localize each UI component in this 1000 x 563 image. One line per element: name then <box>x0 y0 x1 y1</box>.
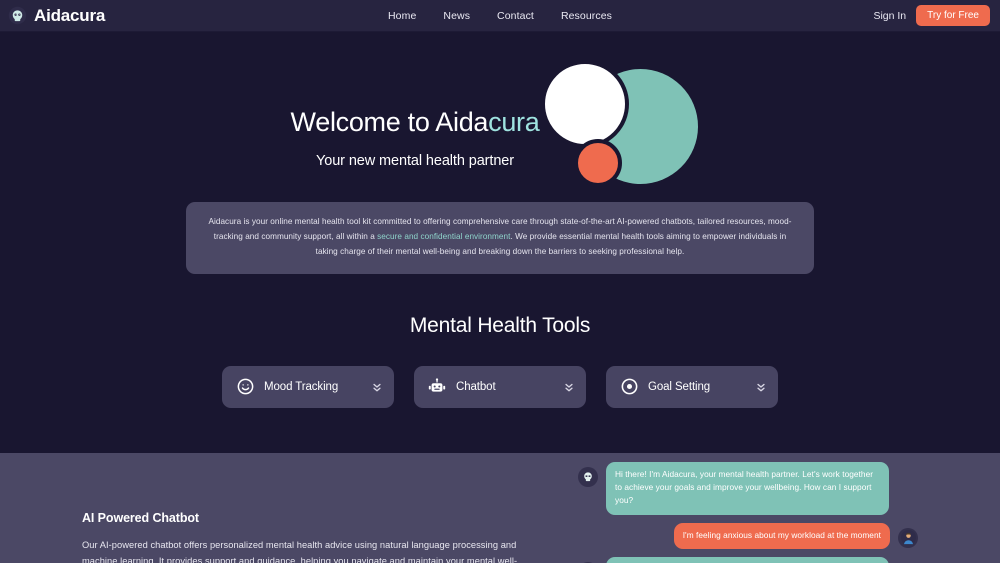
robot-avatar-icon <box>8 6 27 25</box>
hero-title-main: Welcome to Aida <box>290 107 489 137</box>
ai-chatbot-section: AI Powered Chatbot Our AI-powered chatbo… <box>0 452 1000 563</box>
sign-in-link[interactable]: Sign In <box>873 10 906 22</box>
person-avatar-icon <box>898 527 918 548</box>
brand-logo-area[interactable]: Aidacura <box>8 6 105 26</box>
chat-transcript: Hi there! I'm Aidacura, your mental heal… <box>578 461 918 563</box>
white-circle-shape <box>541 60 629 148</box>
try-for-free-button[interactable]: Try for Free <box>916 5 990 26</box>
tool-card-label: Mood Tracking <box>264 380 339 393</box>
chatbot-description-block: AI Powered Chatbot Our AI-powered chatbo… <box>0 453 520 563</box>
nav-right-actions: Sign In Try for Free <box>873 5 990 26</box>
intro-paragraph: Aidacura is your online mental health to… <box>208 214 792 260</box>
chevron-double-down-icon[interactable] <box>756 381 766 393</box>
hero-title-accent: cura <box>488 107 540 137</box>
nav-link-contact[interactable]: Contact <box>497 10 534 22</box>
nav-link-news[interactable]: News <box>443 10 470 22</box>
chat-message-bot-2: I'm sorry to hear that you're feeling an… <box>578 557 918 563</box>
intro-section: Aidacura is your online mental health to… <box>0 200 1000 274</box>
nav-links: Home News Contact Resources <box>388 10 612 22</box>
robot-icon <box>427 377 447 397</box>
intro-card: Aidacura is your online mental health to… <box>186 202 814 274</box>
top-navbar: Aidacura Home News Contact Resources Sig… <box>0 0 1000 32</box>
chat-bubble: I'm feeling anxious about my workload at… <box>673 522 890 550</box>
chat-message-user-1: I'm feeling anxious about my workload at… <box>578 522 918 550</box>
tools-card-row: Mood Tracking Chatbot Goal Setting <box>0 365 1000 408</box>
tool-card-goal-setting[interactable]: Goal Setting <box>606 365 778 408</box>
robot-avatar-icon <box>578 466 598 487</box>
chevron-double-down-icon[interactable] <box>564 381 574 393</box>
smiley-face-icon <box>235 377 255 397</box>
tool-card-mood-tracking[interactable]: Mood Tracking <box>222 365 394 408</box>
chatbot-description: Our AI-powered chatbot offers personaliz… <box>82 539 518 563</box>
hero-decorative-circles <box>541 60 706 200</box>
chat-bubble: I'm sorry to hear that you're feeling an… <box>606 557 889 563</box>
hero-section: Welcome to Aidacura Your new mental heal… <box>0 32 1000 200</box>
tool-card-label: Goal Setting <box>648 380 711 393</box>
intro-text-highlight: secure and confidential environment <box>377 232 511 242</box>
tools-section-title: Mental Health Tools <box>409 313 591 337</box>
tool-card-label: Chatbot <box>456 380 496 393</box>
nav-link-resources[interactable]: Resources <box>561 10 612 22</box>
chevron-double-down-icon[interactable] <box>372 381 382 393</box>
tool-card-chatbot[interactable]: Chatbot <box>414 365 586 408</box>
target-icon <box>619 377 639 397</box>
chat-message-bot-1: Hi there! I'm Aidacura, your mental heal… <box>578 461 918 515</box>
brand-name: Aidacura <box>34 5 106 25</box>
chatbot-heading: AI Powered Chatbot <box>82 510 199 525</box>
orange-circle-shape <box>574 139 622 187</box>
nav-link-home[interactable]: Home <box>388 10 416 22</box>
mental-health-tools-section: Mental Health Tools Mood Tracking Chatbo… <box>0 273 1000 453</box>
chat-bubble: Hi there! I'm Aidacura, your mental heal… <box>606 461 889 515</box>
